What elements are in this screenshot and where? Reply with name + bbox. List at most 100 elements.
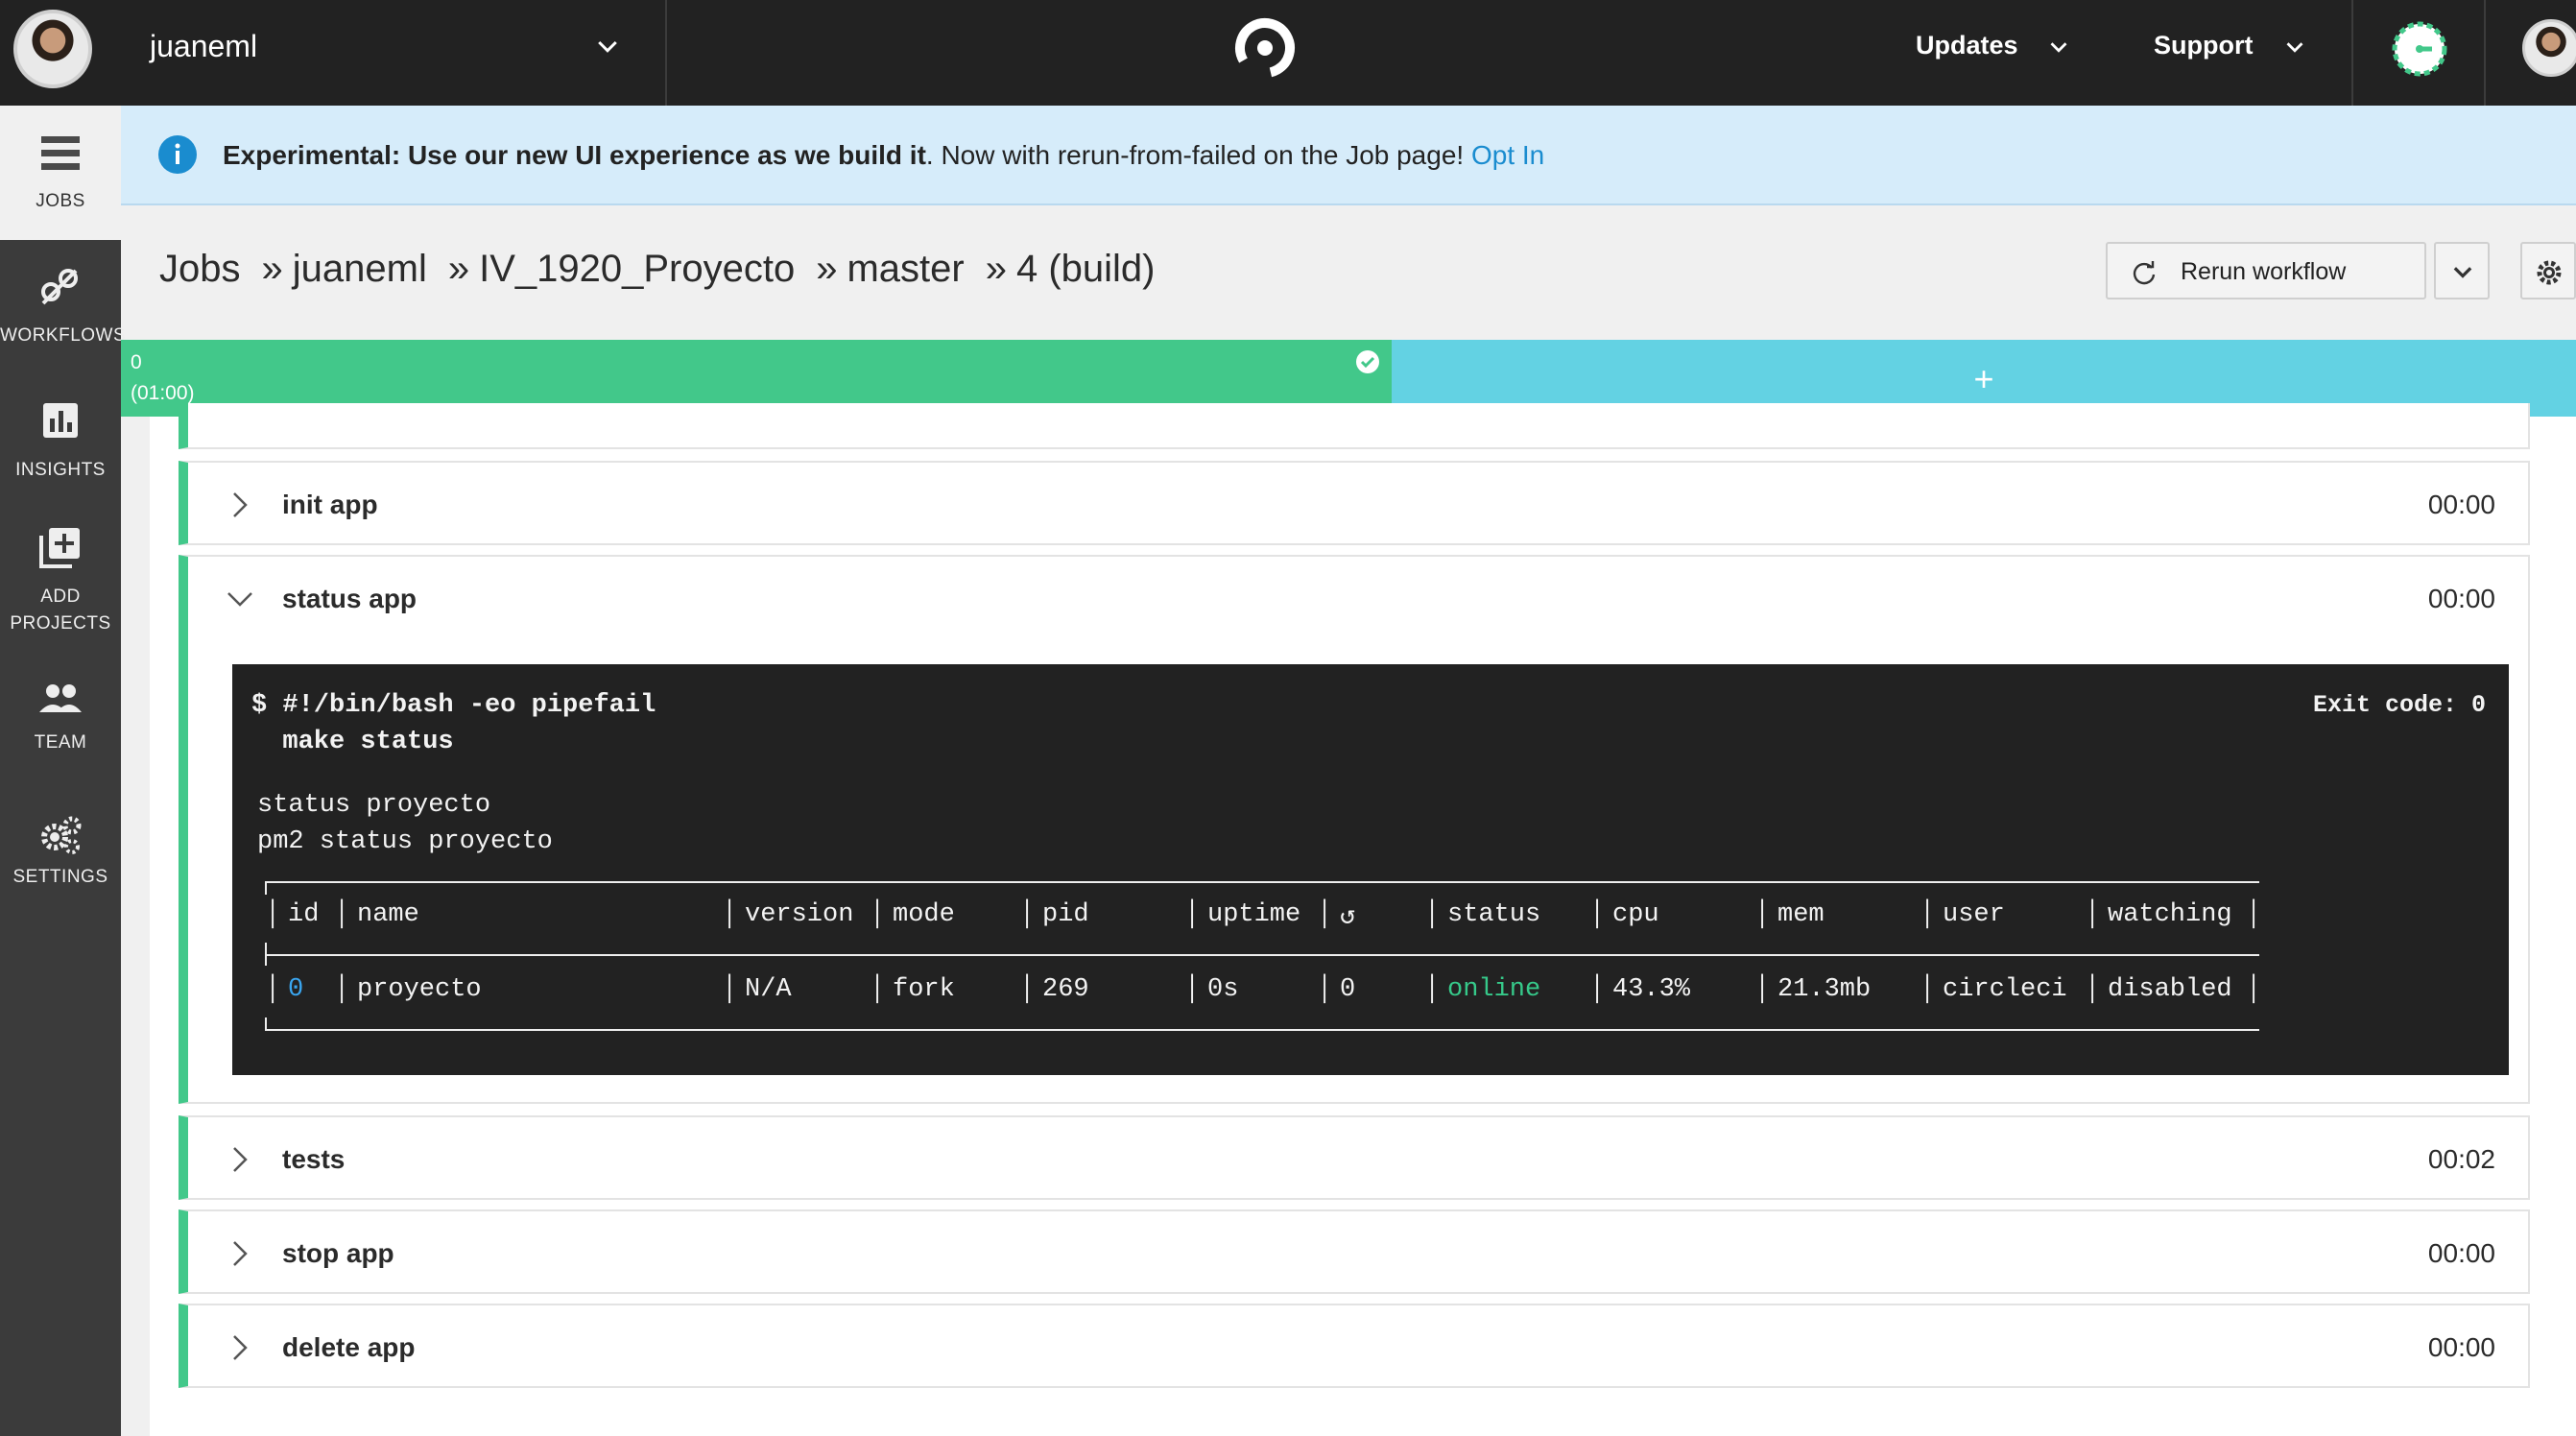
chevron-down-icon[interactable] [2280, 33, 2309, 61]
sidebar-item-add-projects[interactable]: ADD PROJECTS [0, 509, 121, 662]
breadcrumb-project[interactable]: IV_1920_Proyecto [479, 248, 795, 290]
table-divider: │ [334, 900, 350, 929]
table-cell: N/A [745, 975, 792, 1004]
sidebar-item-insights[interactable]: INSIGHTS [0, 374, 121, 509]
sidebar-item-label: JOBS [36, 191, 85, 211]
add-project-icon [39, 528, 80, 568]
table-divider: │ [1317, 975, 1333, 1004]
nav-updates[interactable]: Updates [1916, 31, 2018, 60]
step-name: tests [282, 1144, 346, 1174]
opt-in-link[interactable]: Opt In [1471, 140, 1544, 170]
rerun-workflow-button[interactable]: Rerun workflow [2106, 242, 2426, 299]
sidebar-item-settings[interactable]: SETTINGS [0, 797, 121, 931]
step-output-terminal: $ #!/bin/bash -eo pipefail make status E… [232, 664, 2509, 1075]
table-header: mode [893, 900, 955, 929]
table-divider: │ [334, 975, 350, 1004]
breadcrumb-separator: » [816, 248, 838, 290]
clock-icon[interactable] [2392, 21, 2447, 77]
nav-support[interactable]: Support [2154, 31, 2253, 60]
table-divider: │ [2246, 900, 2262, 929]
step-name: init app [282, 490, 378, 519]
table-divider: │ [1920, 975, 1936, 1004]
table-cell: 43.3% [1612, 975, 1691, 1004]
table-divider: │ [1019, 975, 1036, 1004]
step-row-init-app[interactable]: init app 00:00 [179, 461, 2530, 545]
table-divider: │ [722, 900, 738, 929]
table-cell: disabled [2108, 975, 2232, 1004]
table-border [265, 943, 267, 966]
sidebar-item-team[interactable]: TEAM [0, 662, 121, 797]
table-border [265, 1017, 267, 1031]
terminal-output: status proyecto [257, 791, 491, 820]
jobs-list-icon [41, 136, 80, 170]
team-icon [39, 684, 82, 712]
rerun-options-button[interactable] [2434, 242, 2490, 299]
step-row-tests[interactable]: tests 00:02 [179, 1115, 2530, 1200]
circleci-logo-icon[interactable] [1234, 17, 1296, 79]
step-duration: 00:00 [2427, 1332, 2495, 1362]
experimental-banner: Experimental: Use our new UI experience … [121, 106, 2576, 205]
table-divider: │ [870, 975, 886, 1004]
chevron-right-icon [233, 1147, 248, 1172]
table-divider: │ [1184, 975, 1201, 1004]
parallel-duration: (01:00) [131, 382, 195, 404]
table-cell: proyecto [357, 975, 482, 1004]
table-divider: │ [2085, 900, 2101, 929]
refresh-icon [2133, 261, 2156, 285]
breadcrumb-branch[interactable]: master [847, 248, 964, 290]
table-border [265, 881, 2259, 883]
parallel-index: 0 [131, 351, 142, 373]
insights-chart-icon [43, 403, 78, 438]
step-duration: 00:00 [2427, 490, 2495, 519]
top-bar: juaneml Updates Support [0, 0, 2576, 106]
table-header: name [357, 900, 419, 929]
table-header: id [288, 900, 320, 929]
pm2-status-table: │ id │ name │ version │ mode │ pid │ upt… [265, 881, 2262, 1031]
chevron-right-icon [233, 1335, 248, 1360]
table-header: user [1943, 900, 2005, 929]
step-row-stop-app[interactable]: stop app 00:00 [179, 1209, 2530, 1294]
step-duration: 00:00 [2427, 1238, 2495, 1268]
divider [2484, 0, 2486, 106]
terminal-command: $ #!/bin/bash -eo pipefail [251, 691, 656, 720]
sidebar-item-jobs[interactable]: JOBS [0, 106, 121, 240]
exit-code: Exit code: 0 [2312, 691, 2486, 719]
table-border [265, 1029, 2259, 1031]
org-avatar [13, 10, 92, 88]
table-cell: fork [893, 975, 955, 1004]
sidebar: JOBS WORKFLOWS INSIGHTS ADD PROJECTS TEA… [0, 106, 126, 1436]
table-divider: │ [870, 900, 886, 929]
step-row-delete-app[interactable]: delete app 00:00 [179, 1304, 2530, 1388]
rerun-workflow-label: Rerun workflow [2181, 258, 2347, 285]
table-cell: 21.3mb [1777, 975, 1872, 1004]
breadcrumb: Jobs» juaneml» IV_1920_Proyecto» master» 4 (… [159, 248, 1164, 291]
chevron-down-icon[interactable] [593, 33, 622, 61]
table-cell: 0 [288, 975, 304, 1004]
banner-message: . Now with rerun-from-failed on the Job … [925, 140, 1471, 170]
user-avatar[interactable] [2522, 19, 2576, 77]
step-row-status-app[interactable]: status app 00:00 $ #!/bin/bash -eo pipef… [179, 555, 2530, 1104]
table-header: cpu [1612, 900, 1659, 929]
sidebar-item-workflows[interactable]: WORKFLOWS [0, 240, 126, 374]
table-header: pid [1042, 900, 1089, 929]
breadcrumb-separator: » [985, 248, 1007, 290]
table-divider: │ [1424, 900, 1441, 929]
breadcrumb-separator: » [261, 248, 283, 290]
breadcrumb-jobs[interactable]: Jobs [159, 248, 241, 290]
step-name: stop app [282, 1238, 394, 1268]
table-cell: circleci [1943, 975, 2067, 1004]
table-divider: │ [265, 900, 281, 929]
org-switcher[interactable]: juaneml [0, 0, 667, 106]
chevron-down-icon[interactable] [2044, 33, 2073, 61]
table-divider: │ [1424, 975, 1441, 1004]
sidebar-item-label: SETTINGS [12, 867, 108, 887]
project-settings-button[interactable] [2520, 242, 2576, 299]
table-cell: 269 [1042, 975, 1089, 1004]
status-online: online [1447, 975, 1541, 1004]
table-divider: │ [1184, 900, 1201, 929]
sidebar-item-label: TEAM [34, 732, 87, 753]
breadcrumb-org[interactable]: juaneml [293, 248, 427, 290]
table-header: uptime [1207, 900, 1301, 929]
table-header: watching [2108, 900, 2232, 929]
sidebar-item-label: PROJECTS [10, 613, 111, 634]
